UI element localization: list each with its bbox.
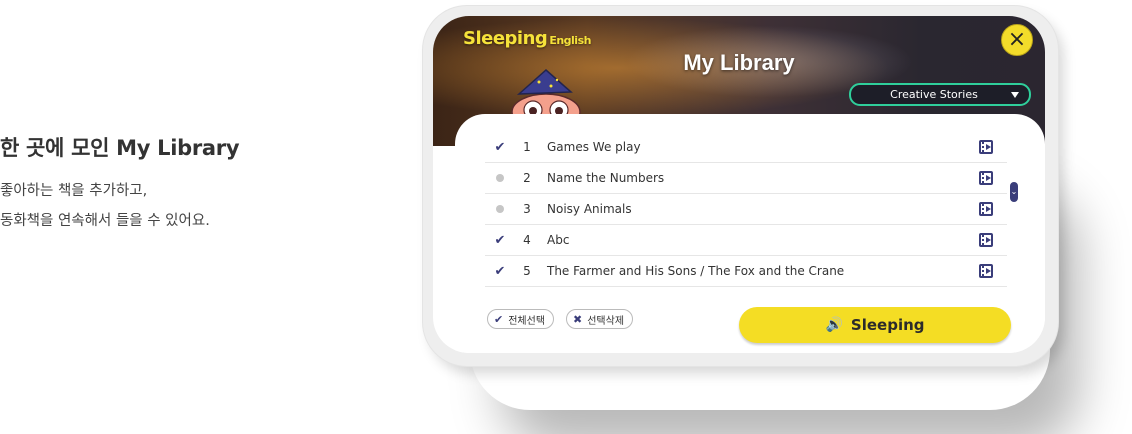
item-title: Games We play bbox=[547, 140, 641, 154]
delete-selected-button[interactable]: ✖ 선택삭제 bbox=[566, 309, 634, 329]
checkmark-icon: ✔ bbox=[494, 139, 506, 155]
item-number: 4 bbox=[523, 233, 531, 247]
list-item[interactable]: 3 Noisy Animals bbox=[485, 194, 1007, 225]
item-checkbox[interactable] bbox=[485, 202, 515, 216]
item-checkbox[interactable]: ✔ bbox=[485, 264, 515, 279]
checkmark-icon: ✔ bbox=[494, 263, 506, 279]
checkmark-icon: ✔ bbox=[494, 232, 506, 248]
intro-description: 좋아하는 책을 추가하고, 동화책을 연속해서 들을 수 있어요. bbox=[0, 176, 239, 236]
item-checkbox[interactable]: ✔ bbox=[485, 233, 515, 248]
select-all-label: 전체선택 bbox=[508, 315, 546, 327]
video-icon[interactable] bbox=[979, 171, 993, 185]
logo-sub: English bbox=[549, 34, 591, 47]
video-icon[interactable] bbox=[979, 264, 993, 278]
category-dropdown[interactable]: Creative Stories bbox=[849, 83, 1031, 106]
intro-line-2: 동화책을 연속해서 들을 수 있어요. bbox=[0, 213, 210, 229]
x-icon: ✖ bbox=[573, 312, 583, 326]
unchecked-dot-icon bbox=[496, 205, 504, 213]
item-title: Name the Numbers bbox=[547, 171, 665, 185]
close-button[interactable]: × bbox=[1001, 24, 1033, 56]
intro-section: 한 곳에 모인 My Library 좋아하는 책을 추가하고, 동화책을 연속… bbox=[0, 132, 240, 236]
video-icon[interactable] bbox=[979, 140, 993, 154]
speaker-icon: 🔊 bbox=[825, 317, 843, 333]
intro-line-1: 좋아하는 책을 추가하고, bbox=[0, 183, 148, 199]
list-item[interactable]: ✔ 5 The Farmer and His Sons / The Fox an… bbox=[485, 256, 1007, 287]
app-screen: Sleeping English My Library × Creative St… bbox=[433, 16, 1045, 353]
item-title: Noisy Animals bbox=[547, 202, 632, 216]
select-all-button[interactable]: ✔ 전체선택 bbox=[487, 309, 555, 329]
item-title: The Farmer and His Sons / The Fox and th… bbox=[547, 264, 845, 278]
intro-title: 한 곳에 모인 My Library bbox=[0, 136, 240, 160]
list-item[interactable]: ✔ 4 Abc bbox=[485, 225, 1007, 256]
item-number: 1 bbox=[523, 140, 531, 154]
unchecked-dot-icon bbox=[496, 174, 504, 182]
item-checkbox[interactable] bbox=[485, 171, 515, 185]
scroll-down-indicator[interactable]: ⌄ bbox=[1010, 182, 1018, 202]
item-checkbox[interactable]: ✔ bbox=[485, 140, 515, 155]
chevron-down-icon bbox=[1011, 91, 1019, 98]
item-number: 3 bbox=[523, 202, 531, 216]
book-list: ✔ 1 Games We play 2 Name the Numbers 3 N… bbox=[485, 132, 1007, 287]
logo-main: Sleeping bbox=[463, 28, 548, 49]
checkmark-icon: ✔ bbox=[494, 312, 504, 326]
item-number: 2 bbox=[523, 171, 531, 185]
chevron-down-icon: ⌄ bbox=[1010, 187, 1018, 196]
sleeping-button[interactable]: 🔊 Sleeping bbox=[739, 307, 1011, 343]
video-icon[interactable] bbox=[979, 202, 993, 216]
app-logo: Sleeping English bbox=[463, 28, 591, 49]
list-item[interactable]: ✔ 1 Games We play bbox=[485, 132, 1007, 163]
close-icon: × bbox=[1007, 27, 1027, 52]
category-selected-label: Creative Stories bbox=[890, 88, 978, 101]
item-title: Abc bbox=[547, 233, 570, 247]
video-icon[interactable] bbox=[979, 233, 993, 247]
phone-frame: Sleeping English My Library × Creative St… bbox=[423, 6, 1058, 366]
list-item[interactable]: 2 Name the Numbers bbox=[485, 163, 1007, 194]
sleeping-label: Sleeping bbox=[850, 316, 925, 334]
delete-selected-label: 선택삭제 bbox=[587, 315, 625, 327]
item-number: 5 bbox=[523, 264, 531, 278]
